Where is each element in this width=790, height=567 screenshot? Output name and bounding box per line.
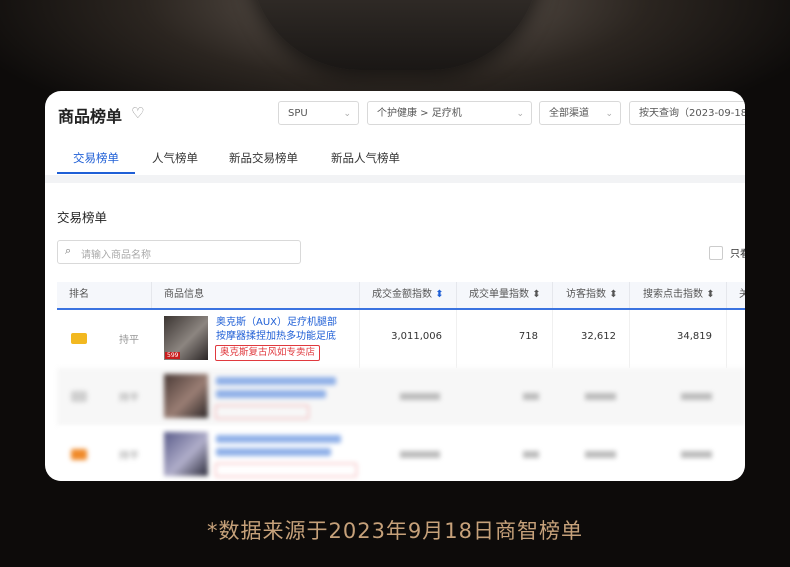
product-title-link[interactable]: 奥克斯（AUX）足疗机腿部按摩器揉捏加热多功能足底按... [216,316,346,344]
header-search-clicks[interactable]: 搜索点击指数 ⬍ [643,282,715,308]
crown-icon [71,391,87,402]
column-divider [629,310,630,368]
product-search-input[interactable]: ⌕ 请输入商品名称 [57,240,301,264]
header-visitors-label: 访客指数 [566,289,606,300]
section-title: 交易榜单 [57,210,108,225]
product-thumbnail[interactable] [164,432,208,476]
category-select[interactable]: 个护健康 > 足疗机 ⌄ [367,101,532,125]
product-title-line [216,390,326,398]
header-amount[interactable]: 成交金额指数 ⬍ [372,282,444,308]
header-search-clicks-label: 搜索点击指数 [643,289,703,300]
amount-cell [400,451,440,458]
date-picker[interactable]: 按天查询（2023-09-18 至 [629,101,745,125]
channel-select[interactable]: 全部渠道 ⌄ [539,101,621,125]
header-orders-label: 成交单量指数 [469,289,529,300]
favorite-icon[interactable]: ♡ [131,104,144,122]
product-title-link[interactable] [216,435,341,443]
orders-cell: 718 [518,331,538,342]
tab-new-popularity[interactable]: 新品人气榜单 [331,150,400,166]
table-row[interactable]: 持平 [57,368,745,426]
tab-popularity[interactable]: 人气榜单 [152,150,198,166]
sort-icon: ⬍ [532,289,541,300]
product-title-line [216,448,331,456]
header-divider [629,282,630,308]
visitors-cell: 32,612 [581,331,616,342]
product-thumbnail[interactable] [164,374,208,418]
tab-trade[interactable]: 交易榜单 [73,150,119,166]
visitors-cell [585,393,616,400]
search-clicks-cell [681,451,712,458]
orders-cell [523,451,539,458]
category-select-value: 个护健康 > 足疗机 [377,108,462,119]
sort-icon: ⬍ [609,289,618,300]
column-divider [359,310,360,368]
header-divider [151,282,152,308]
only-show-checkbox[interactable] [709,246,723,260]
column-divider [726,310,727,368]
orders-cell [523,393,539,400]
trend-label: 持平 [119,451,139,462]
visitors-cell [585,451,616,458]
date-picker-value: 按天查询（2023-09-18 至 [639,108,745,119]
tab-new-trade[interactable]: 新品交易榜单 [229,150,298,166]
table-row[interactable]: 持平 [57,426,745,481]
header-divider [456,282,457,308]
product-title-link[interactable] [216,377,336,385]
header-orders[interactable]: 成交单量指数 ⬍ [469,282,541,308]
header-divider [552,282,553,308]
header-product: 商品信息 [164,289,204,300]
spu-select-value: SPU [288,108,308,119]
shop-badge[interactable]: 奥克斯复古风如专卖店 [215,345,321,361]
search-clicks-cell: 34,819 [677,331,712,342]
shop-badge[interactable] [215,405,309,419]
active-tab-indicator [57,172,135,174]
header-amount-label: 成交金额指数 [372,289,432,300]
chevron-down-icon: ⌄ [605,109,613,119]
spu-select[interactable]: SPU ⌄ [278,101,359,125]
sort-icon: ⬍ [435,289,444,300]
crown-icon [71,449,87,460]
price-tag: 599 [165,352,181,359]
sort-icon: ⬍ [706,289,715,300]
table-header: 排名 商品信息 成交金额指数 ⬍ 成交单量指数 ⬍ 访客指数 ⬍ 搜索点击指数 … [57,282,745,310]
header-more: 关 [739,289,745,300]
only-show-label: 只看 [730,249,745,260]
search-placeholder: 请输入商品名称 [81,250,151,261]
ranking-panel: 商品榜单 ♡ SPU ⌄ 个护健康 > 足疗机 ⌄ 全部渠道 ⌄ 按天查询（20… [45,91,745,481]
header-visitors[interactable]: 访客指数 ⬍ [566,282,618,308]
column-divider [552,310,553,368]
search-icon: ⌕ [65,244,72,257]
search-clicks-cell [681,393,712,400]
header-rank: 排名 [69,289,89,300]
chevron-down-icon: ⌄ [343,109,351,119]
crown-icon [71,333,87,344]
channel-select-value: 全部渠道 [549,108,589,119]
header-divider [359,282,360,308]
shop-badge[interactable] [215,463,357,477]
chevron-down-icon: ⌄ [516,109,524,119]
trend-label: 持平 [119,393,139,404]
table-row[interactable]: 持平 599 奥克斯（AUX）足疗机腿部按摩器揉捏加热多功能足底按... 奥克斯… [57,310,745,368]
section-divider [45,175,745,183]
tab-bar: 交易榜单 人气榜单 新品交易榜单 新品人气榜单 [45,141,745,176]
column-divider [456,310,457,368]
amount-cell: 3,011,006 [391,331,442,342]
header-divider [726,282,727,308]
amount-cell [400,393,440,400]
product-thumbnail[interactable]: 599 [164,316,208,360]
page-title: 商品榜单 [58,107,123,126]
source-footnote: *数据来源于2023年9月18日商智榜单 [206,519,584,543]
trend-label: 持平 [119,335,139,346]
